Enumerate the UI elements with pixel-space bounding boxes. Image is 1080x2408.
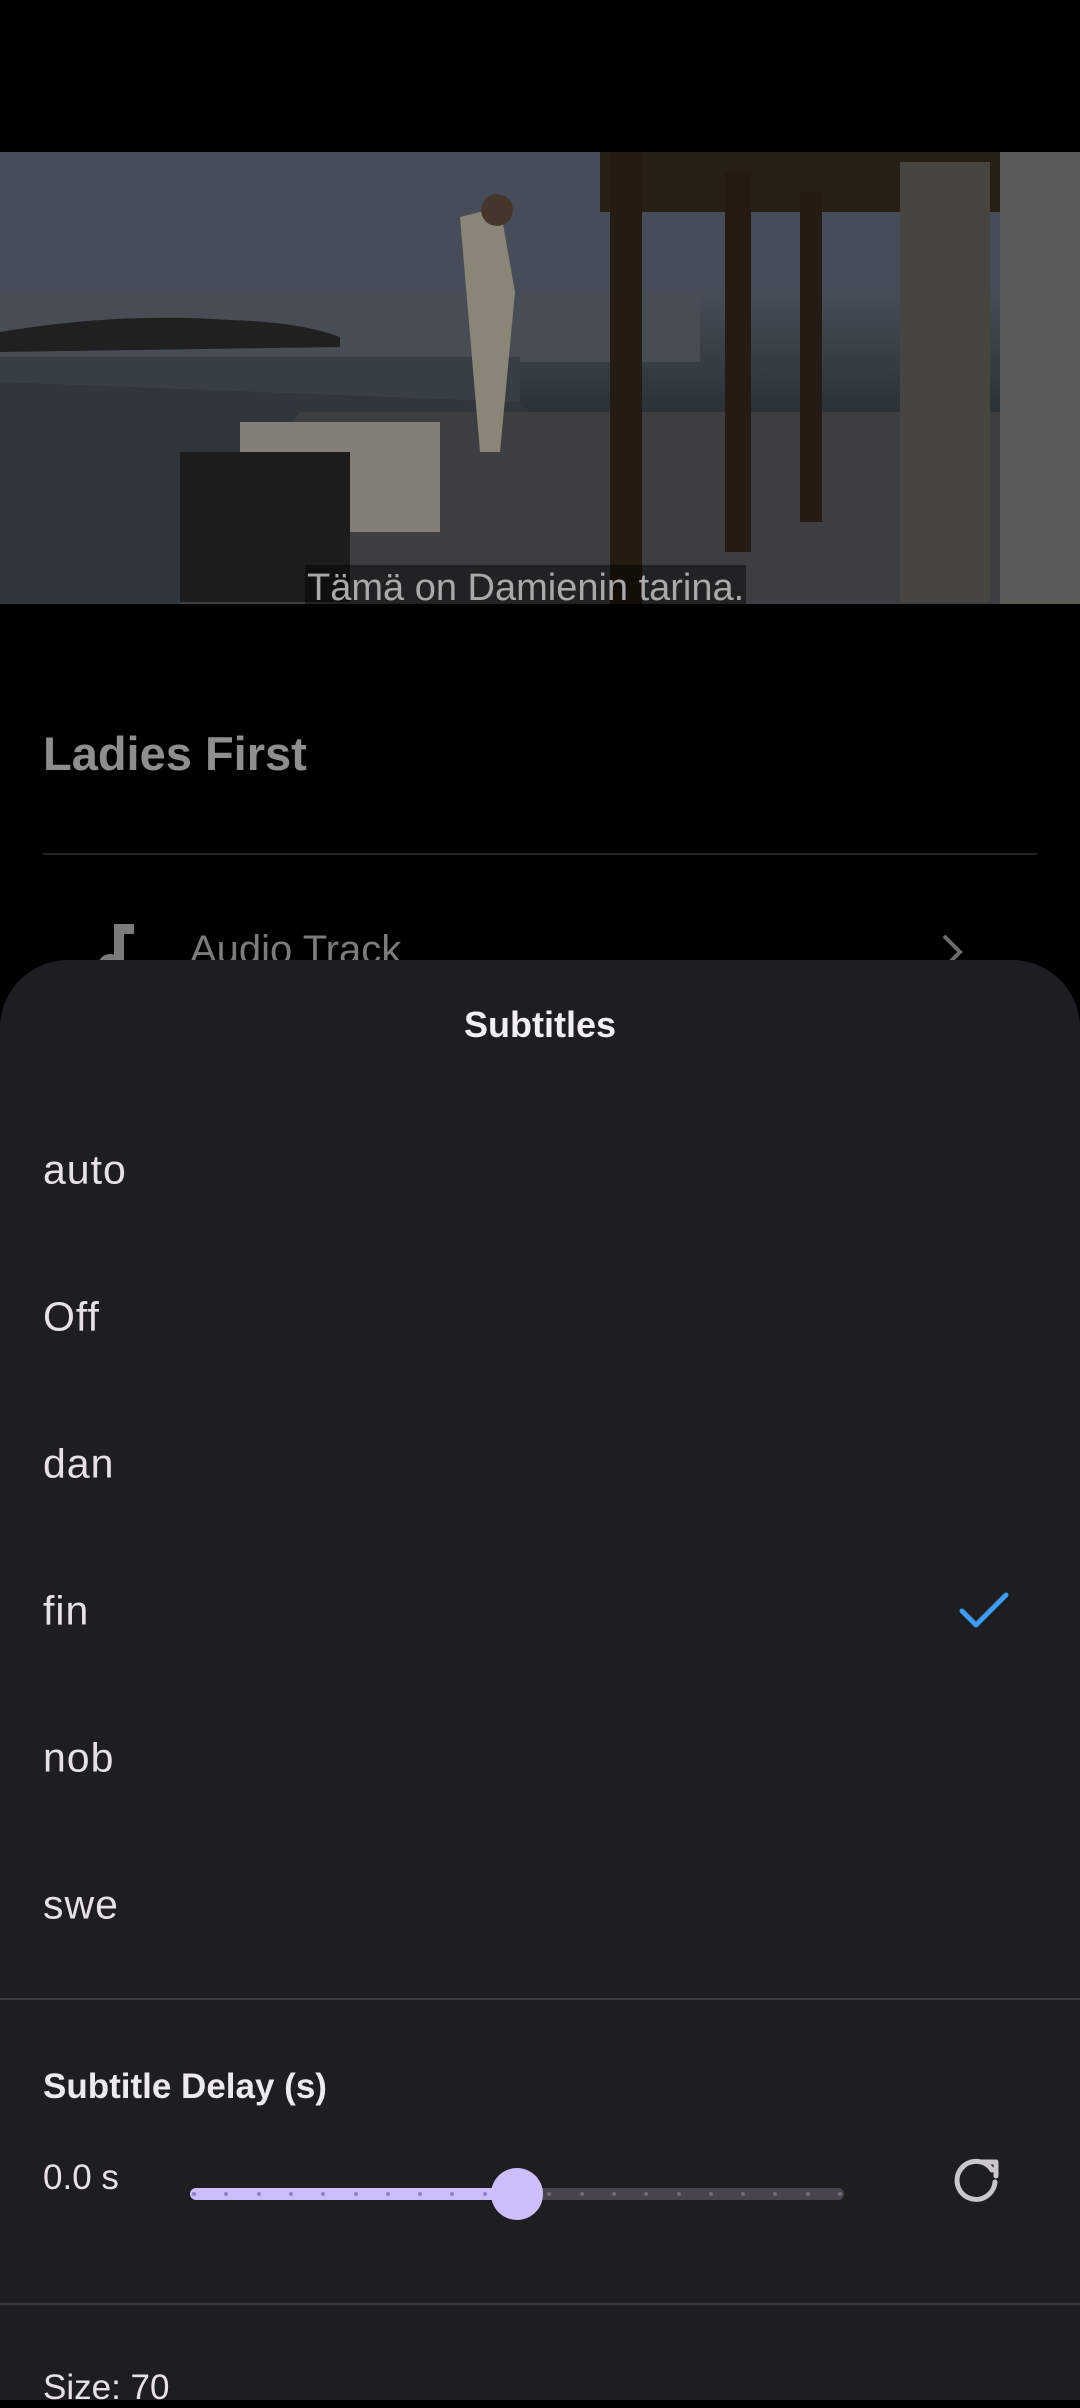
slider-tick	[547, 2192, 551, 2196]
video-frame[interactable]	[0, 152, 1080, 604]
slider-tick	[192, 2192, 196, 2196]
slider-tick	[289, 2192, 293, 2196]
sheet-title: Subtitles	[463, 1004, 616, 1045]
reset-icon[interactable]	[948, 2152, 1004, 2208]
subtitles-sheet: Subtitles auto Off dan fin nob swe Subti…	[0, 960, 1080, 2407]
option-label: nob	[43, 1734, 115, 1780]
slider-tick	[838, 2192, 842, 2196]
subtitle-size-label: Size: 70	[43, 2368, 170, 2407]
slider-tick	[709, 2192, 713, 2196]
slider-thumb[interactable]	[491, 2168, 543, 2220]
slider-tick	[806, 2192, 810, 2196]
option-label: dan	[43, 1440, 115, 1486]
subtitle-option-dan[interactable]: dan	[0, 1390, 1080, 1537]
slider-tick	[418, 2192, 422, 2196]
subtitle-option-off[interactable]: Off	[0, 1243, 1080, 1390]
subtitle-delay-slider[interactable]	[190, 2166, 850, 2222]
subtitle-delay-value: 0.0 s	[43, 2158, 119, 2197]
slider-tick	[257, 2192, 261, 2196]
slider-tick	[354, 2192, 358, 2196]
subtitle-option-swe[interactable]: swe	[0, 1831, 1080, 1978]
checkmark-icon	[959, 1592, 1009, 1627]
slider-tick	[773, 2192, 777, 2196]
option-label: Off	[43, 1293, 100, 1339]
option-label: auto	[43, 1146, 127, 1192]
slider-tick	[224, 2192, 228, 2196]
option-label: swe	[43, 1881, 119, 1927]
subtitle-option-nob[interactable]: nob	[0, 1684, 1080, 1831]
divider	[0, 1998, 1080, 2000]
slider-tick	[741, 2192, 745, 2196]
slider-tick	[677, 2192, 681, 2196]
slider-tick	[321, 2192, 325, 2196]
slider-tick	[450, 2192, 454, 2196]
divider	[0, 2303, 1080, 2305]
divider	[43, 853, 1037, 855]
subtitle-delay-title: Subtitle Delay (s)	[43, 2067, 327, 2106]
video-dim-overlay	[0, 152, 1080, 604]
option-label: fin	[43, 1587, 90, 1633]
subtitle-option-auto[interactable]: auto	[0, 1096, 1080, 1243]
subtitle-option-fin[interactable]: fin	[0, 1537, 1080, 1684]
slider-tick	[612, 2192, 616, 2196]
subtitle-caption: Tämä on Damienin tarina.	[305, 565, 747, 611]
slider-tick	[644, 2192, 648, 2196]
slider-tick	[483, 2192, 487, 2196]
slider-tick	[580, 2192, 584, 2196]
movie-title: Ladies First	[43, 727, 307, 780]
slider-tick	[386, 2192, 390, 2196]
